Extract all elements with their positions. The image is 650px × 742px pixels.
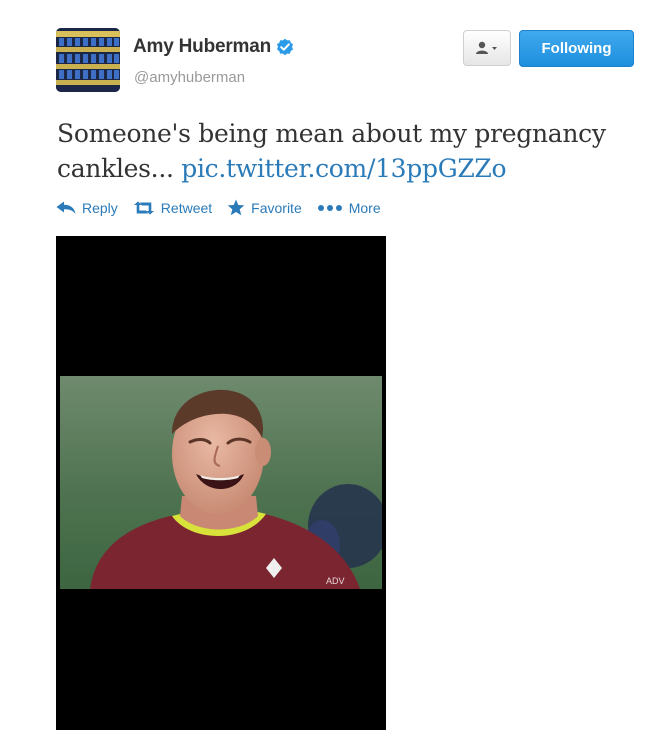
user-handle[interactable]: @amyhuberman	[134, 69, 245, 86]
user-name-row: Amy Huberman	[133, 36, 294, 58]
tweet-actions: Reply Retweet Favorite More	[56, 199, 396, 216]
tweet-text: Someone's being mean about my pregnancy …	[57, 116, 647, 186]
tweet-photo[interactable]: ADV	[60, 376, 382, 589]
user-actions-dropdown[interactable]	[463, 30, 511, 66]
retweet-icon	[133, 201, 154, 214]
tweet-card: Amy Huberman @amyhuberman Following Some…	[0, 0, 650, 742]
retweet-button[interactable]: Retweet	[133, 200, 212, 216]
tweet-media[interactable]: ADV	[56, 236, 386, 730]
avatar-image	[56, 28, 120, 92]
person-dropdown-icon	[476, 41, 497, 54]
more-button[interactable]: More	[317, 200, 381, 216]
verified-badge-icon	[277, 38, 294, 56]
retweet-label: Retweet	[160, 199, 213, 216]
reply-icon	[56, 201, 76, 214]
laughing-man-photo: ADV	[60, 376, 382, 589]
svg-text:ADV: ADV	[326, 576, 345, 586]
reply-button[interactable]: Reply	[56, 200, 118, 216]
display-name[interactable]: Amy Huberman	[133, 36, 271, 58]
reply-label: Reply	[82, 199, 118, 216]
tweet-pic-link[interactable]: pic.twitter.com/13ppGZZo	[181, 154, 506, 183]
more-dots-icon	[317, 204, 342, 211]
favorite-button[interactable]: Favorite	[227, 199, 302, 216]
favorite-label: Favorite	[251, 199, 302, 216]
star-icon	[227, 199, 245, 216]
avatar[interactable]	[56, 28, 120, 92]
following-button[interactable]: Following	[519, 30, 634, 67]
more-label: More	[348, 199, 381, 216]
